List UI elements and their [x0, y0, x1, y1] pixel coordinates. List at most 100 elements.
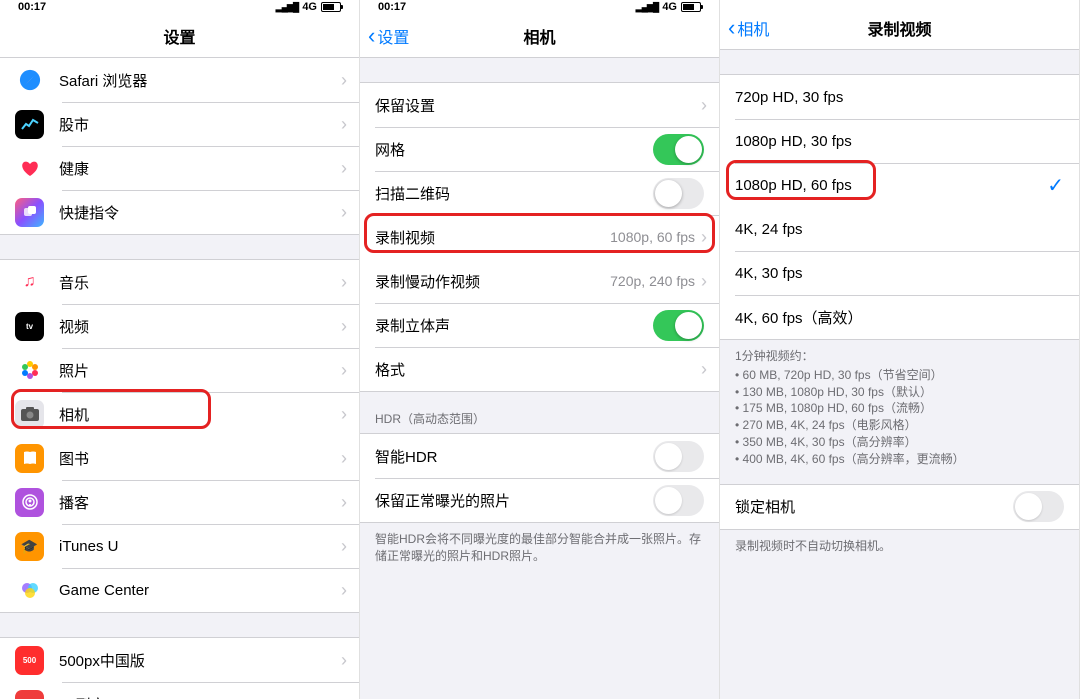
itunesu-icon: 🎓 — [15, 532, 44, 561]
podcasts-icon — [15, 488, 44, 517]
page-title: 相机 — [523, 24, 555, 48]
info-line: • 175 MB, 1080p HD, 60 fps（流畅） — [735, 400, 1064, 417]
chevron-right-icon: › — [341, 650, 347, 671]
option-1080p-30[interactable]: 1080p HD, 30 fps — [720, 119, 1079, 163]
row-label: Game Center — [59, 582, 341, 599]
chevron-right-icon: › — [341, 70, 347, 91]
network-label: 4G — [662, 1, 677, 13]
back-button[interactable]: ‹ 相机 — [728, 6, 769, 49]
row-record-video[interactable]: 录制视频 1080p, 60 fps › — [360, 215, 719, 259]
row-format[interactable]: 格式 › — [360, 347, 719, 391]
row-lock-camera[interactable]: 锁定相机 — [720, 485, 1079, 529]
row-label: 播客 — [59, 492, 341, 513]
option-4k-60[interactable]: 4K, 60 fps（高效） — [720, 295, 1079, 339]
settings-row-58daojia[interactable]: 58到家 › — [0, 682, 359, 699]
toggle-keep-normal[interactable] — [653, 485, 704, 516]
row-smart-hdr[interactable]: 智能HDR — [360, 434, 719, 478]
lock-camera-footer: 录制视频时不自动切换相机。 — [720, 530, 1079, 571]
settings-row-stocks[interactable]: 股市 › — [0, 102, 359, 146]
settings-row-music[interactable]: ♫ 音乐 › — [0, 260, 359, 304]
row-stereo[interactable]: 录制立体声 — [360, 303, 719, 347]
settings-row-books[interactable]: 图书 › — [0, 436, 359, 480]
camera-icon — [15, 400, 44, 429]
toggle-scan-qr[interactable] — [653, 178, 704, 209]
camera-settings-screen: 00:17 ▂▄▆█ 4G ‹ 设置 相机 保留设置 › 网格 扫描二维码 — [360, 0, 720, 699]
settings-row-500px[interactable]: 500 500px中国版 › — [0, 638, 359, 682]
row-label: 保留设置 — [375, 95, 701, 116]
settings-row-camera[interactable]: 相机 › — [0, 392, 359, 436]
books-icon — [15, 444, 44, 473]
row-slomo[interactable]: 录制慢动作视频 720p, 240 fps › — [360, 259, 719, 303]
page-title: 设置 — [163, 24, 195, 48]
settings-row-safari[interactable]: Safari 浏览器 › — [0, 58, 359, 102]
settings-row-health[interactable]: 健康 › — [0, 146, 359, 190]
settings-row-shortcuts[interactable]: 快捷指令 › — [0, 190, 359, 234]
row-label: 保留正常曝光的照片 — [375, 490, 653, 511]
signal-icon: ▂▄▆█ — [276, 2, 299, 13]
row-label: 58到家 — [59, 694, 341, 699]
chevron-right-icon: › — [341, 536, 347, 557]
settings-row-video[interactable]: tv 视频 › — [0, 304, 359, 348]
nav-bar: ‹ 相机 录制视频 — [720, 6, 1079, 50]
settings-row-photos[interactable]: 照片 › — [0, 348, 359, 392]
row-label: iTunes U — [59, 538, 341, 555]
row-label: 图书 — [59, 448, 341, 469]
toggle-grid[interactable] — [653, 134, 704, 165]
page-title: 录制视频 — [867, 16, 931, 40]
row-label: 快捷指令 — [59, 202, 341, 223]
chevron-right-icon: › — [341, 114, 347, 135]
row-label: 4K, 60 fps（高效） — [735, 307, 1079, 328]
info-line: • 350 MB, 4K, 30 fps（高分辨率） — [735, 434, 1064, 451]
settings-row-itunesu[interactable]: 🎓 iTunes U › — [0, 524, 359, 568]
settings-row-podcasts[interactable]: 播客 › — [0, 480, 359, 524]
row-label: 智能HDR — [375, 446, 653, 467]
stocks-icon — [15, 110, 44, 139]
chevron-right-icon: › — [701, 359, 707, 380]
toggle-smart-hdr[interactable] — [653, 441, 704, 472]
chevron-right-icon: › — [701, 271, 707, 292]
back-label: 相机 — [737, 16, 769, 40]
info-line: • 60 MB, 720p HD, 30 fps（节省空间） — [735, 367, 1064, 384]
hdr-footer-text: 智能HDR会将不同曝光度的最佳部分智能合并成一张照片。存储正常曝光的照片和HDR… — [360, 523, 719, 581]
info-line: • 400 MB, 4K, 60 fps（高分辨率，更流畅） — [735, 451, 1064, 468]
photos-icon — [15, 356, 44, 385]
nav-bar: 设置 — [0, 14, 359, 58]
row-scan-qr[interactable]: 扫描二维码 — [360, 171, 719, 215]
row-label: 格式 — [375, 359, 701, 380]
chevron-left-icon: ‹ — [728, 17, 735, 39]
row-label: 1080p HD, 30 fps — [735, 133, 1079, 150]
status-bar: 00:17 ▂▄▆█ 4G — [0, 0, 359, 14]
row-label: 4K, 30 fps — [735, 265, 1079, 282]
row-keep-normal-photo[interactable]: 保留正常曝光的照片 — [360, 478, 719, 522]
row-detail: 720p, 240 fps — [610, 273, 695, 289]
option-720p-30[interactable]: 720p HD, 30 fps — [720, 75, 1079, 119]
chevron-right-icon: › — [341, 158, 347, 179]
settings-row-gamecenter[interactable]: Game Center › — [0, 568, 359, 612]
nav-bar: ‹ 设置 相机 — [360, 14, 719, 58]
health-icon — [15, 154, 44, 183]
row-label: Safari 浏览器 — [59, 70, 341, 91]
row-label: 网格 — [375, 139, 653, 160]
battery-icon — [321, 2, 341, 12]
back-button[interactable]: ‹ 设置 — [368, 14, 409, 57]
option-4k-24[interactable]: 4K, 24 fps — [720, 207, 1079, 251]
shortcuts-icon — [15, 198, 44, 227]
toggle-lock-camera[interactable] — [1013, 491, 1064, 522]
toggle-stereo[interactable] — [653, 310, 704, 341]
camera-settings-list[interactable]: 保留设置 › 网格 扫描二维码 录制视频 1080p, 60 fps › 录制慢… — [360, 58, 719, 699]
row-label: 500px中国版 — [59, 650, 341, 671]
option-1080p-60[interactable]: 1080p HD, 60 fps ✓ — [720, 163, 1079, 207]
row-detail: 1080p, 60 fps — [610, 229, 695, 245]
filesize-info: 1分钟视频约： • 60 MB, 720p HD, 30 fps（节省空间） •… — [720, 340, 1079, 484]
row-label: 录制视频 — [375, 227, 610, 248]
status-time: 00:17 — [378, 1, 406, 13]
row-preserve-settings[interactable]: 保留设置 › — [360, 83, 719, 127]
row-label: 录制立体声 — [375, 315, 653, 336]
record-video-list[interactable]: 720p HD, 30 fps 1080p HD, 30 fps 1080p H… — [720, 50, 1079, 699]
option-4k-30[interactable]: 4K, 30 fps — [720, 251, 1079, 295]
row-grid[interactable]: 网格 — [360, 127, 719, 171]
chevron-right-icon: › — [341, 492, 347, 513]
chevron-right-icon: › — [701, 95, 707, 116]
settings-list[interactable]: Safari 浏览器 › 股市 › 健康 › — [0, 58, 359, 699]
row-label: 录制慢动作视频 — [375, 271, 610, 292]
